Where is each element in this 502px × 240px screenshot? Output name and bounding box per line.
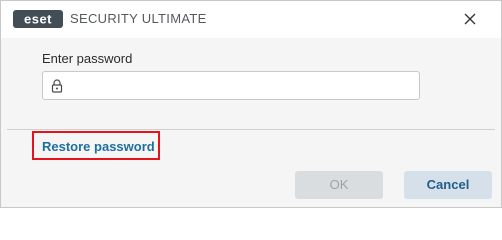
dialog-footer: Restore password OK Cancel (1, 130, 501, 207)
close-button[interactable] (457, 7, 483, 31)
cancel-button[interactable]: Cancel (404, 171, 492, 199)
restore-password-label: Restore password (42, 139, 155, 154)
title-bar: eset SECURITY ULTIMATE (1, 1, 501, 38)
ok-button[interactable]: OK (295, 171, 383, 199)
lock-icon (51, 79, 63, 93)
close-icon (464, 13, 476, 25)
dialog-content: Enter password (1, 38, 501, 129)
svg-text:eset: eset (24, 12, 52, 27)
password-field[interactable] (42, 71, 420, 100)
password-input[interactable] (71, 75, 415, 97)
restore-password-link[interactable]: Restore password (32, 131, 160, 160)
password-dialog: eset SECURITY ULTIMATE Enter password Re… (0, 0, 502, 208)
eset-logo: eset (13, 10, 63, 28)
password-label: Enter password (42, 51, 133, 66)
window-title: SECURITY ULTIMATE (70, 11, 207, 26)
